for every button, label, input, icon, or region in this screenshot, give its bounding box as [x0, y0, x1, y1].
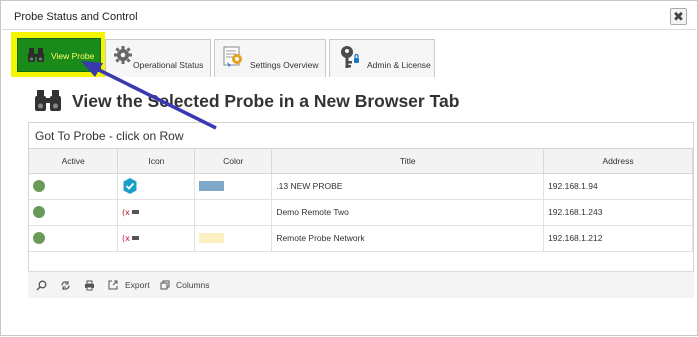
print-icon[interactable]: [84, 280, 95, 291]
title-cell: Remote Probe Network: [271, 225, 545, 252]
address-cell: 192.168.1.94: [543, 173, 693, 200]
refresh-icon[interactable]: [60, 280, 71, 291]
icon-cell: (x: [117, 225, 196, 252]
binoculars-icon: [35, 90, 61, 111]
title-cell: Demo Remote Two: [271, 199, 545, 226]
remote-probe-icon: (x: [122, 208, 140, 217]
gear-icon: [114, 46, 132, 64]
column-header-color[interactable]: Color: [194, 149, 273, 174]
table-header-row: Active Icon Color Title Address: [29, 149, 693, 174]
column-header-icon[interactable]: Icon: [117, 149, 196, 174]
check-badge-icon: [123, 178, 137, 194]
icon-cell: [117, 173, 196, 200]
column-header-address[interactable]: Address: [543, 149, 693, 174]
table-row[interactable]: (x Remote Probe Network 192.168.1.212: [29, 225, 693, 252]
key-icon: [341, 46, 359, 68]
svg-text:(x: (x: [122, 208, 130, 217]
color-cell: [194, 173, 273, 200]
icon-cell: (x: [117, 199, 196, 226]
color-cell: [194, 225, 273, 252]
tab-admin-license-label: Admin & License: [367, 60, 431, 70]
title-cell: .13 NEW PROBE: [271, 173, 545, 200]
tab-view-probe-label: View Probe: [51, 51, 95, 61]
address-cell: 192.168.1.243: [543, 199, 693, 226]
active-cell: [29, 225, 119, 252]
column-header-active[interactable]: Active: [29, 149, 119, 174]
search-icon[interactable]: [36, 280, 47, 291]
table-row[interactable]: .13 NEW PROBE 192.168.1.94: [29, 173, 693, 200]
active-status-dot: [33, 232, 45, 244]
export-button[interactable]: Export: [125, 280, 150, 290]
active-cell: [29, 199, 119, 226]
close-button[interactable]: ✖: [670, 8, 687, 25]
remote-probe-icon: (x: [122, 234, 140, 243]
export-icon: [108, 280, 118, 290]
color-swatch: [199, 233, 225, 244]
color-cell: [194, 199, 273, 226]
active-status-dot: [33, 206, 45, 218]
columns-icon: [160, 280, 170, 290]
grid-toolbar: Export Columns: [28, 271, 694, 298]
active-status-dot: [33, 180, 45, 192]
tab-strip: View Probe Operational Status Settings O…: [11, 31, 697, 77]
dialog-title: Probe Status and Control: [14, 11, 138, 23]
table-row[interactable]: (x Demo Remote Two 192.168.1.243: [29, 199, 693, 226]
tab-settings-overview-label: Settings Overview: [250, 60, 319, 70]
settings-overview-icon: [223, 46, 242, 67]
address-cell: 192.168.1.212: [543, 225, 693, 252]
active-cell: [29, 173, 119, 200]
tab-settings-overview[interactable]: Settings Overview: [214, 39, 326, 77]
probe-table: Active Icon Color Title Address .13 NEW …: [29, 149, 693, 252]
dialog-titlebar: Probe Status and Control ✖: [2, 2, 696, 30]
tab-admin-license[interactable]: Admin & License: [329, 39, 435, 77]
binoculars-icon: [28, 48, 44, 62]
color-swatch: [199, 181, 225, 192]
tab-view-probe[interactable]: View Probe: [17, 38, 101, 72]
columns-button[interactable]: Columns: [176, 280, 210, 290]
tab-operational-status-label: Operational Status: [133, 60, 204, 70]
grid-caption: Got To Probe - click on Row: [29, 123, 693, 149]
tab-operational-status[interactable]: Operational Status: [105, 39, 211, 77]
probe-status-dialog: Probe Status and Control ✖ View Probe Op…: [0, 0, 698, 336]
page-heading: View the Selected Probe in a New Browser…: [72, 91, 460, 111]
svg-text:(x: (x: [122, 234, 130, 243]
column-header-title[interactable]: Title: [271, 149, 545, 174]
close-icon: ✖: [673, 9, 684, 24]
